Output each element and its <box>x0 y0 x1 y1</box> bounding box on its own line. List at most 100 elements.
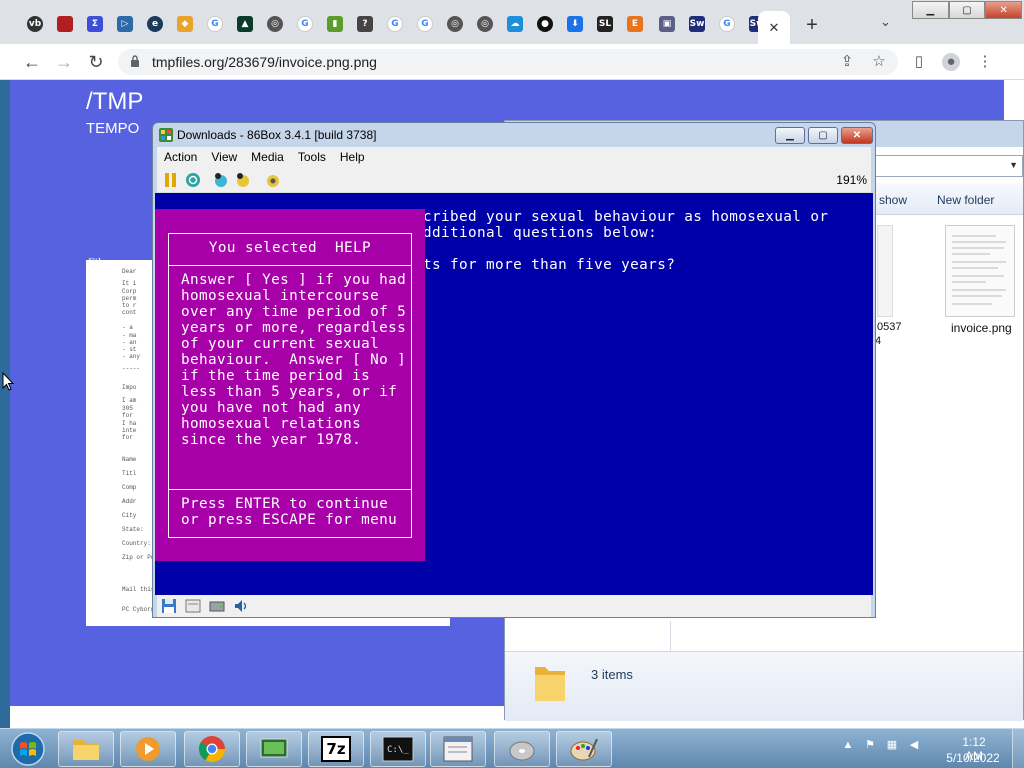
emulator-screen[interactable]: cribed your sexual behaviour as homosexu… <box>155 193 873 595</box>
browser-tab[interactable]: ◎ <box>262 11 288 37</box>
browser-tab[interactable]: G <box>382 11 408 37</box>
browser-tab[interactable]: G <box>412 11 438 37</box>
menu-item[interactable]: Help <box>333 150 372 164</box>
browser-tab[interactable]: G <box>202 11 228 37</box>
clock-date[interactable]: 5/10/2022 <box>944 751 1002 765</box>
new-folder-button[interactable]: New folder <box>937 193 994 207</box>
invoice-text-line: - an <box>122 339 137 346</box>
browser-tab[interactable]: ● <box>532 11 558 37</box>
side-panel-icon[interactable]: ▯ <box>910 53 928 71</box>
browser-tab[interactable]: ◆ <box>172 11 198 37</box>
file-name-invoice[interactable]: invoice.png <box>951 321 1012 335</box>
disk-drive-icon[interactable] <box>185 598 201 614</box>
reset-icon[interactable] <box>213 172 229 188</box>
browser-tab[interactable]: e <box>142 11 168 37</box>
new-tab-button[interactable]: + <box>800 14 824 37</box>
browser-tab[interactable]: E <box>622 11 648 37</box>
profile-avatar[interactable]: ● <box>942 53 960 71</box>
taskbar-app-window[interactable] <box>430 731 486 767</box>
pause-icon[interactable] <box>163 172 179 188</box>
close-button[interactable]: ✕ <box>985 1 1023 19</box>
disc-icon <box>509 741 535 761</box>
browser-tab[interactable]: ▮ <box>322 11 348 37</box>
dos-question-text: ts for more than five years? <box>423 257 676 273</box>
browser-tab[interactable]: vb <box>22 11 48 37</box>
sound-icon[interactable] <box>233 598 249 614</box>
browser-tab[interactable]: ▷ <box>112 11 138 37</box>
browser-tab[interactable]: ☁ <box>502 11 528 37</box>
86box-app-icon <box>159 128 173 142</box>
action-center-icon[interactable]: ⚑ <box>862 737 878 753</box>
file-name[interactable]: 0537 <box>877 321 901 333</box>
taskbar-7zip[interactable]: 7z <box>308 731 364 767</box>
browser-tab[interactable] <box>52 11 78 37</box>
taskbar-86box[interactable] <box>246 731 302 767</box>
browser-tab[interactable]: ⬇ <box>562 11 588 37</box>
active-tab[interactable]: ✕ <box>758 11 790 44</box>
maximize-button[interactable]: ▢ <box>808 127 838 144</box>
network-icon[interactable]: ▦ <box>884 737 900 753</box>
google-icon: G <box>719 16 735 32</box>
explorer-address-bar[interactable]: ▼ <box>875 155 1023 177</box>
menu-item[interactable]: Media <box>244 150 291 164</box>
minimize-button[interactable]: ▁ <box>775 127 805 144</box>
browser-tab[interactable]: ▲ <box>232 11 258 37</box>
taskbar-paint[interactable] <box>556 731 612 767</box>
file-thumbnail[interactable] <box>877 225 893 317</box>
volume-icon[interactable]: ◀ <box>906 737 922 753</box>
floppy-drive-icon[interactable] <box>161 598 177 614</box>
reload-icon[interactable]: ↻ <box>84 51 108 73</box>
help-frame: You selected HELP Answer [ Yes ] if you … <box>168 233 412 538</box>
tab-search-button[interactable]: ⌄ <box>880 14 891 30</box>
menu-item[interactable]: Action <box>157 150 204 164</box>
86box-titlebar[interactable]: Downloads - 86Box 3.4.1 [build 3738] ▁ ▢… <box>153 123 875 147</box>
hard-disk-icon[interactable] <box>209 598 225 614</box>
globe-icon: ◎ <box>447 16 463 32</box>
show-desktop-button[interactable] <box>1012 729 1024 768</box>
forward-icon[interactable]: → <box>52 51 76 73</box>
help-text-line: homosexual relations <box>181 416 362 432</box>
app-window-icon <box>443 736 473 762</box>
menu-item[interactable]: Tools <box>291 150 333 164</box>
address-bar[interactable]: tmpfiles.org/283679/invoice.png.png <box>118 49 898 75</box>
browser-tab[interactable]: ◎ <box>442 11 468 37</box>
windows-logo-icon <box>11 732 45 766</box>
menu-item[interactable]: View <box>204 150 244 164</box>
browser-tab[interactable]: ▣ <box>654 11 680 37</box>
invoice-thumbnail[interactable] <box>945 225 1015 317</box>
browser-tab[interactable]: G <box>714 11 740 37</box>
back-icon[interactable]: ← <box>20 51 44 73</box>
invoice-text-line: Corp <box>122 288 137 295</box>
taskbar-media-player[interactable] <box>120 731 176 767</box>
close-tab-icon[interactable]: ✕ <box>769 20 780 36</box>
download-icon: ⬇ <box>567 16 583 32</box>
share-icon[interactable]: ⇪ <box>838 53 856 71</box>
taskbar-disc-tool[interactable] <box>494 731 550 767</box>
browser-tab[interactable]: Σ <box>82 11 108 37</box>
menu-kebab-icon[interactable]: ⋮ <box>976 53 994 71</box>
hard-reset-icon[interactable] <box>235 172 251 188</box>
mouse-cursor-icon <box>2 372 14 391</box>
browser-tab[interactable]: SL <box>592 11 618 37</box>
browser-tab[interactable]: G <box>292 11 318 37</box>
browser-tab[interactable]: Sw <box>684 11 710 37</box>
taskbar-chrome[interactable] <box>184 731 240 767</box>
browser-tab[interactable]: ◎ <box>472 11 498 37</box>
invoice-text-line: - a <box>122 324 133 331</box>
settings-icon[interactable] <box>265 172 281 188</box>
close-button[interactable]: ✕ <box>841 127 873 144</box>
start-button[interactable] <box>8 730 48 768</box>
show-command[interactable]: show <box>879 193 907 207</box>
ctrl-alt-del-icon[interactable] <box>185 172 201 188</box>
taskbar-explorer[interactable] <box>58 731 114 767</box>
dropdown-arrow-icon[interactable]: ▼ <box>1009 160 1018 170</box>
show-hidden-icons-icon[interactable]: ▲ <box>840 737 856 753</box>
play-icon: ▷ <box>117 16 133 32</box>
taskbar-cmd[interactable]: C:\_ <box>370 731 426 767</box>
bookmark-star-icon[interactable]: ☆ <box>870 53 888 71</box>
maximize-button[interactable]: ▢ <box>948 1 986 19</box>
browser-tab[interactable]: ? <box>352 11 378 37</box>
pane-splitter[interactable] <box>670 621 671 651</box>
globe-icon: ◎ <box>267 16 283 32</box>
minimize-button[interactable]: ▁ <box>912 1 949 19</box>
